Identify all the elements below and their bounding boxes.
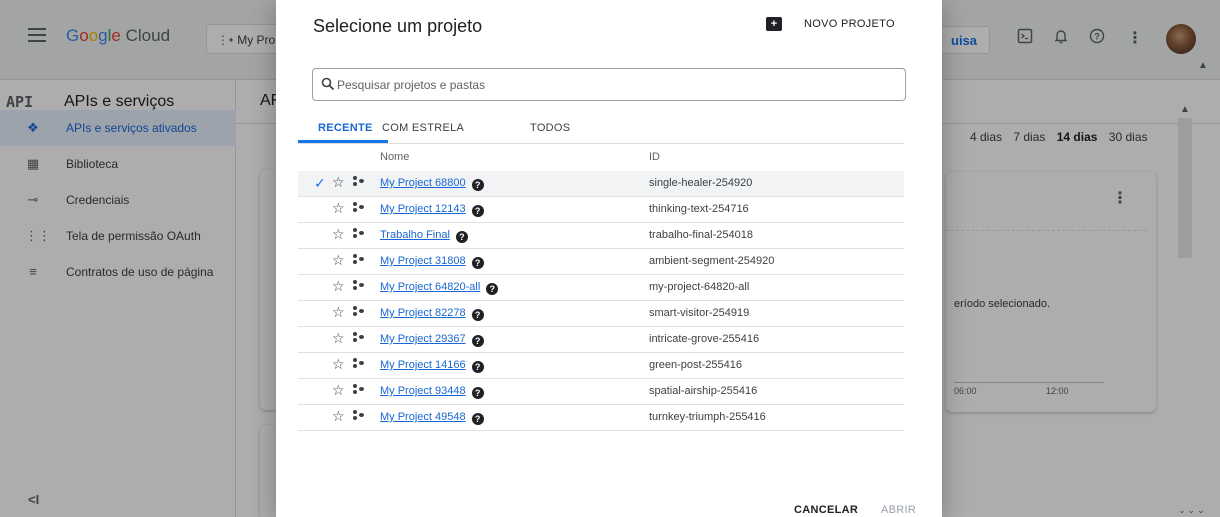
help-icon[interactable]: ? [455,231,468,243]
search-icon [321,77,335,91]
project-id: my-project-64820-all [649,281,750,293]
help-icon[interactable]: ? [471,413,484,425]
star-icon[interactable]: ☆ [332,356,345,373]
help-icon[interactable]: ? [471,257,484,269]
project-name: My Project 64820-all [380,281,481,293]
table-row[interactable]: ☆ My Project 12143? thinking-text-254716 [298,197,904,223]
star-icon[interactable]: ☆ [332,278,345,295]
tab-starred[interactable]: COM ESTRELA [382,122,464,134]
project-icon [353,409,367,423]
project-icon [353,201,367,215]
table-row[interactable]: ☆ My Project 82278? smart-visitor-254919 [298,301,904,327]
star-icon[interactable]: ☆ [332,252,345,269]
project-name-link[interactable]: My Project 12143? [380,203,484,217]
project-id: thinking-text-254716 [649,203,749,215]
project-icon [353,279,367,293]
star-icon[interactable]: ☆ [332,382,345,399]
selected-check-icon: ✓ [314,175,326,191]
table-row[interactable]: ☆ My Project 64820-all? my-project-64820-a… [298,275,904,301]
column-header-name[interactable]: Nome [380,151,409,163]
project-id: spatial-airship-255416 [649,385,758,397]
tab-all[interactable]: TODOS [530,122,570,134]
tab-recent[interactable]: RECENTE [318,122,373,134]
help-icon[interactable]: ? [471,309,484,321]
project-name: My Project 82278 [380,307,466,319]
project-id: intricate-grove-255416 [649,333,760,345]
cancel-button[interactable]: CANCELAR [794,504,858,516]
table-row[interactable]: ☆ My Project 29367? intricate-grove-255416 [298,327,904,353]
project-name-link[interactable]: My Project 29367? [380,333,484,347]
project-icon [353,175,367,189]
help-icon[interactable]: ? [471,179,484,191]
project-name: Trabalho Final [380,229,450,241]
project-name-link[interactable]: My Project 68800? [380,177,484,191]
project-id: smart-visitor-254919 [649,307,750,319]
project-id: green-post-255416 [649,359,742,371]
star-icon[interactable]: ☆ [332,200,345,217]
star-icon[interactable]: ☆ [332,304,345,321]
project-name-link[interactable]: My Project 82278? [380,307,484,321]
tabs-divider [298,143,904,144]
star-icon[interactable]: ☆ [332,408,345,425]
project-name: My Project 68800 [380,177,466,189]
column-header-id[interactable]: ID [649,151,660,163]
project-icon [353,227,367,241]
help-icon[interactable]: ? [471,387,484,399]
table-row[interactable]: ✓ ☆ My Project 68800? single-healer-254920 [298,171,904,197]
table-row[interactable]: ☆ My Project 14166? green-post-255416 [298,353,904,379]
project-name-link[interactable]: My Project 14166? [380,359,484,373]
project-id: ambient-segment-254920 [649,255,775,267]
star-icon[interactable]: ☆ [332,330,345,347]
table-row[interactable]: ☆ My Project 49548? turnkey-triumph-255416 [298,405,904,431]
new-folder-icon: + [766,17,782,31]
project-search-field[interactable] [312,68,906,101]
project-name: My Project 12143 [380,203,466,215]
project-icon [353,305,367,319]
project-icon [353,383,367,397]
star-icon[interactable]: ☆ [332,174,345,191]
project-name: My Project 49548 [380,411,466,423]
project-id: trabalho-final-254018 [649,229,753,241]
project-id: turnkey-triumph-255416 [649,411,766,423]
project-name: My Project 14166 [380,359,466,371]
project-name: My Project 29367 [380,333,466,345]
project-icon [353,331,367,345]
select-project-dialog: Selecione um projeto + NOVO PROJETO RECE… [276,0,942,517]
search-input[interactable] [337,75,897,95]
project-name-link[interactable]: My Project 64820-all? [380,281,499,295]
help-icon[interactable]: ? [471,361,484,373]
project-icon [353,253,367,267]
help-icon[interactable]: ? [471,335,484,347]
project-name-link[interactable]: My Project 49548? [380,411,484,425]
help-icon[interactable]: ? [471,205,484,217]
project-name-link[interactable]: My Project 31808? [380,255,484,269]
project-name-link[interactable]: My Project 93448? [380,385,484,399]
help-icon[interactable]: ? [486,283,499,295]
dialog-title: Selecione um projeto [313,16,483,36]
star-icon[interactable]: ☆ [332,226,345,243]
table-row[interactable]: ☆ My Project 31808? ambient-segment-254920 [298,249,904,275]
project-icon [353,357,367,371]
project-id: single-healer-254920 [649,177,753,189]
open-button[interactable]: ABRIR [881,504,916,516]
table-row[interactable]: ☆ My Project 93448? spatial-airship-255416 [298,379,904,405]
project-name-link[interactable]: Trabalho Final? [380,229,468,243]
new-project-label: NOVO PROJETO [804,18,895,30]
project-name: My Project 93448 [380,385,466,397]
table-row[interactable]: ☆ Trabalho Final? trabalho-final-254018 [298,223,904,249]
project-name: My Project 31808 [380,255,466,267]
